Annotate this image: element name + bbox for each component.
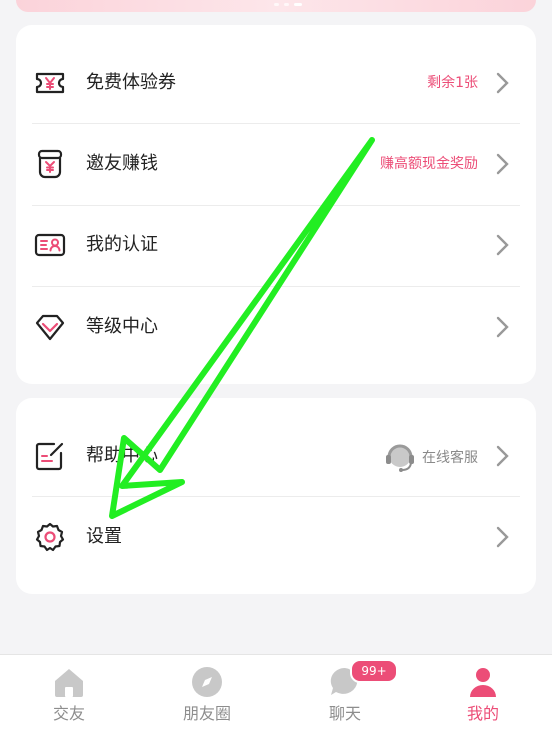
menu-item-label: 我的认证 <box>86 234 158 255</box>
banner-dot-active <box>294 3 302 6</box>
tab-label: 聊天 <box>328 704 361 723</box>
tab-label: 朋友圈 <box>182 704 231 723</box>
bottom-tab-bar: 交友 朋友圈 99+ 聊天 我的 <box>0 654 552 733</box>
tab-make-friends[interactable]: 交友 <box>0 655 138 733</box>
id-card-icon <box>34 233 66 257</box>
invite-reward-text: 赚高额现金奖励 <box>380 156 478 172</box>
menu-item-level-center[interactable]: 等级中心 <box>16 287 536 367</box>
menu-item-label: 邀友赚钱 <box>86 153 158 174</box>
tab-moments[interactable]: 朋友圈 <box>138 655 276 733</box>
banner-dot <box>284 3 289 6</box>
compass-icon <box>192 667 222 697</box>
chevron-right-icon <box>496 316 509 338</box>
chevron-right-icon <box>496 445 509 467</box>
tab-chat[interactable]: 99+ 聊天 <box>276 655 414 733</box>
coupon-remaining-text: 剩余1张 <box>427 75 478 91</box>
headset-icon <box>386 444 414 472</box>
menu-item-verification[interactable]: 我的认证 <box>16 205 536 285</box>
menu-item-help-center[interactable]: 帮助中心 在线客服 <box>16 416 536 496</box>
gear-icon <box>35 522 65 552</box>
menu-item-free-coupon[interactable]: 免费体验券 剩余1张 <box>16 43 536 123</box>
tab-mine[interactable]: 我的 <box>414 655 552 733</box>
menu-item-label: 等级中心 <box>86 316 158 337</box>
menu-item-settings[interactable]: 设置 <box>16 497 536 577</box>
person-icon <box>470 668 496 697</box>
edit-note-icon <box>35 442 64 471</box>
chevron-right-icon <box>496 72 509 94</box>
diamond-icon <box>35 314 65 341</box>
top-banner[interactable] <box>16 0 536 12</box>
menu-card-secondary: 帮助中心 在线客服 设置 <box>16 398 536 594</box>
menu-item-label: 免费体验券 <box>86 72 176 93</box>
menu-item-label: 设置 <box>86 526 122 547</box>
banner-indicator <box>274 3 302 6</box>
coupon-yen-icon <box>35 72 65 94</box>
chevron-right-icon <box>496 234 509 256</box>
chevron-right-icon <box>496 526 509 548</box>
tab-label: 交友 <box>52 704 85 723</box>
home-icon <box>55 669 83 697</box>
online-service-text: 在线客服 <box>422 450 478 466</box>
menu-item-invite-friends[interactable]: 邀友赚钱 赚高额现金奖励 <box>16 124 536 204</box>
unread-badge: 99+ <box>350 659 398 683</box>
chevron-right-icon <box>496 153 509 175</box>
tab-label: 我的 <box>466 704 499 723</box>
menu-card-primary: 免费体验券 剩余1张 邀友赚钱 赚高额现金奖励 我的认证 等级中心 <box>16 25 536 384</box>
online-service-link[interactable]: 在线客服 <box>384 442 478 474</box>
menu-item-label: 帮助中心 <box>86 445 158 466</box>
banner-dot <box>274 3 279 6</box>
jar-yen-icon <box>37 149 63 179</box>
